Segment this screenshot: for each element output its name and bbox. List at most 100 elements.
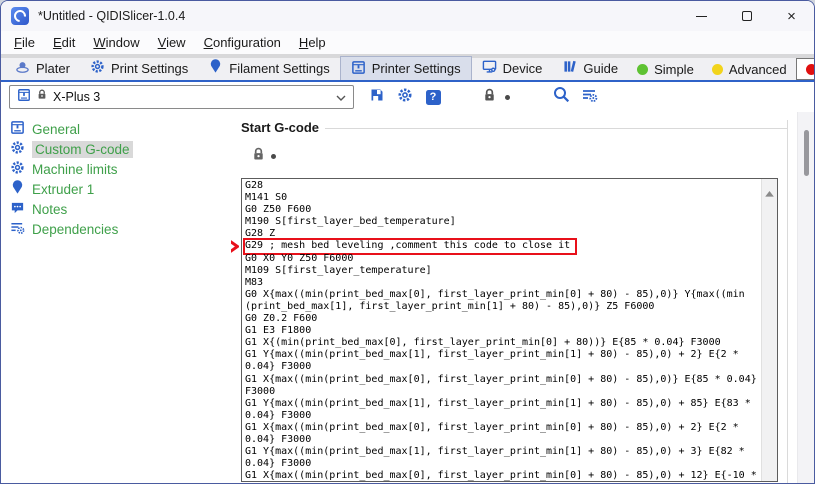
content-area: General Custom G-code Machine limits Ext…: [1, 112, 814, 484]
gear-icon: [397, 87, 413, 108]
maximize-button[interactable]: [724, 1, 769, 31]
lock-icon: [482, 87, 497, 108]
gear-icon: [90, 59, 105, 77]
tab-label: Printer Settings: [372, 61, 461, 76]
sidebar-item-label: Dependencies: [32, 222, 118, 237]
start-gcode-groupbox: Start G-code G28 M141 S0 G0 Z50 F600 M19…: [241, 120, 788, 484]
mode-advanced[interactable]: Advanced: [703, 58, 796, 80]
menu-file[interactable]: File: [5, 33, 44, 52]
sidebar-item-notes[interactable]: Notes: [1, 199, 231, 219]
start-gcode-title: Start G-code: [241, 120, 319, 135]
mode-label: Advanced: [729, 62, 787, 77]
sidebar-item-label: General: [32, 122, 80, 137]
tab-print-settings[interactable]: Print Settings: [80, 56, 198, 80]
menu-window[interactable]: Window: [84, 33, 148, 52]
editor-scrollbar[interactable]: [761, 179, 777, 481]
page-scrollbar-thumb[interactable]: [804, 130, 809, 176]
minimize-button[interactable]: [679, 1, 724, 31]
page-scrollbar[interactable]: [797, 112, 814, 484]
gear-icon: [10, 160, 25, 178]
lock-icon: [36, 88, 48, 106]
menu-help[interactable]: Help: [290, 33, 335, 52]
sidebar-item-dependencies[interactable]: Dependencies: [1, 219, 231, 239]
menubar: File Edit Window View Configuration Help: [1, 31, 814, 54]
sidebar-item-label: Notes: [32, 202, 67, 217]
lock-icon[interactable]: [251, 146, 266, 167]
sidebar-item-machine-limits[interactable]: Machine limits: [1, 159, 231, 179]
modified-dot-icon: [271, 154, 276, 159]
tab-filament-settings[interactable]: Filament Settings: [198, 56, 339, 80]
sidebar-item-label: Custom G-code: [32, 141, 133, 158]
sidebar-item-label: Machine limits: [32, 162, 118, 177]
question-icon: ?: [426, 90, 441, 105]
tab-guide[interactable]: Guide: [552, 56, 628, 80]
tab-printer-settings[interactable]: Printer Settings: [340, 56, 472, 80]
notes-icon: [10, 200, 25, 218]
minimize-icon: [696, 16, 707, 17]
save-preset-button[interactable]: [366, 86, 388, 108]
printer-icon: [351, 60, 366, 78]
close-button[interactable]: ×: [769, 1, 814, 31]
tab-label: Guide: [583, 61, 618, 76]
start-gcode-editor: G28 M141 S0 G0 Z50 F600 M190 S[first_lay…: [241, 178, 778, 482]
menu-configuration[interactable]: Configuration: [195, 33, 290, 52]
guide-icon: [562, 59, 577, 77]
window-controls: ×: [679, 1, 814, 31]
window-title: *Untitled - QIDISlicer-1.0.4: [38, 9, 185, 23]
sidebar-item-label: Extruder 1: [32, 182, 94, 197]
filament-icon: [208, 59, 223, 77]
expert-mode-dot-icon: [806, 64, 815, 75]
tab-label: Device: [503, 61, 543, 76]
search-button[interactable]: [550, 86, 572, 108]
tab-plater[interactable]: Plater: [5, 56, 80, 80]
lock-button[interactable]: [478, 86, 500, 108]
gear-icon: [10, 140, 25, 158]
mode-label: Simple: [654, 62, 694, 77]
groupbox-divider: [325, 128, 787, 129]
tab-label: Plater: [36, 61, 70, 76]
printer-preset-combobox[interactable]: X-Plus 3: [9, 85, 354, 109]
save-icon: [369, 87, 385, 108]
dependencies-icon: [10, 220, 25, 238]
mode-expert[interactable]: Expert: [796, 58, 815, 80]
lock-state-dot-icon: [505, 95, 510, 100]
menu-view[interactable]: View: [149, 33, 195, 52]
scroll-up-icon[interactable]: [765, 184, 774, 481]
gcode-text-before: G28 M141 S0 G0 Z50 F600 M190 S[first_lay…: [245, 180, 456, 239]
search-settings-button[interactable]: [578, 86, 600, 108]
device-icon: [482, 59, 497, 77]
start-gcode-lock-row: [251, 147, 787, 165]
titlebar: *Untitled - QIDISlicer-1.0.4 ×: [1, 1, 814, 31]
gcode-textarea[interactable]: G28 M141 S0 G0 Z50 F600 M190 S[first_lay…: [242, 179, 761, 481]
settings-button[interactable]: [394, 86, 416, 108]
sidebar-item-custom-gcode[interactable]: Custom G-code: [1, 139, 231, 159]
tab-label: Print Settings: [111, 61, 188, 76]
close-icon: ×: [787, 9, 796, 24]
printer-icon: [10, 120, 25, 138]
tab-device[interactable]: Device: [472, 56, 553, 80]
advanced-mode-dot-icon: [712, 64, 723, 75]
menu-edit[interactable]: Edit: [44, 33, 84, 52]
tab-label: Filament Settings: [229, 61, 329, 76]
search-icon: [553, 86, 570, 108]
app-logo-icon: [11, 7, 29, 25]
search-settings-icon: [581, 87, 598, 108]
maximize-icon: [742, 11, 752, 21]
mode-selector: Simple Advanced Expert: [628, 58, 815, 80]
tabbar: Plater Print Settings Filament Settings …: [1, 54, 814, 82]
preset-toolbar: X-Plus 3 ?: [1, 82, 814, 112]
simple-mode-dot-icon: [637, 64, 648, 75]
help-button[interactable]: ?: [422, 86, 444, 108]
printer-icon: [17, 88, 31, 107]
app-window: *Untitled - QIDISlicer-1.0.4 × File Edit…: [0, 0, 815, 484]
mode-simple[interactable]: Simple: [628, 58, 703, 80]
settings-sidebar: General Custom G-code Machine limits Ext…: [1, 112, 231, 484]
plater-icon: [15, 59, 30, 77]
filament-icon: [10, 180, 25, 198]
annotation-arrow-icon: [231, 233, 239, 265]
gcode-text-after: G0 X0 Y0 Z50 F6000 M109 S[first_layer_te…: [245, 253, 757, 481]
selected-preset-name: X-Plus 3: [53, 90, 100, 104]
sidebar-item-general[interactable]: General: [1, 119, 231, 139]
gcode-highlighted-line: G29 ; mesh bed leveling ,comment this co…: [245, 240, 575, 252]
sidebar-item-extruder-1[interactable]: Extruder 1: [1, 179, 231, 199]
